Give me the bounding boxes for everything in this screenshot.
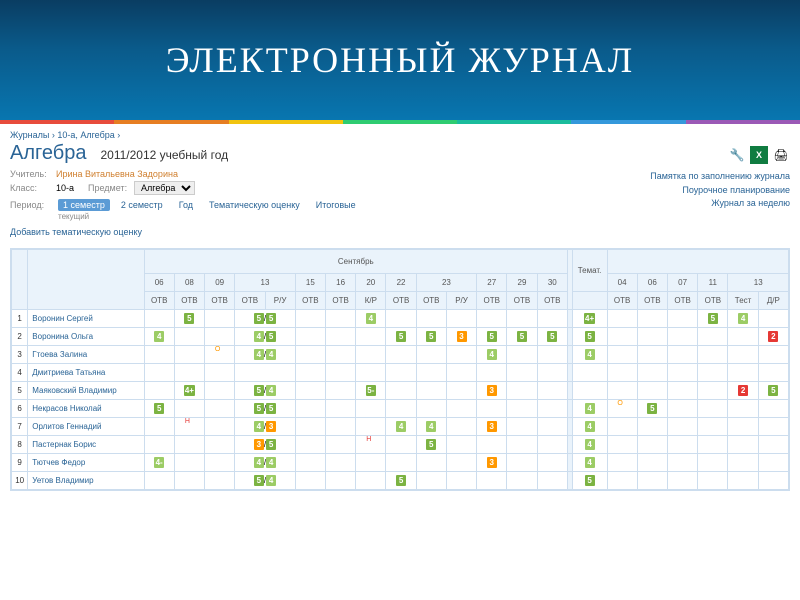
teacher-label: Учитель: [10, 169, 52, 179]
col-student [28, 250, 144, 310]
breadcrumb-journals[interactable]: Журналы [10, 130, 49, 140]
subject-label: Предмет: [88, 183, 130, 193]
banner-title: ЭЛЕКТРОННЫЙ ЖУРНАЛ [166, 39, 634, 81]
table-row: 1Воронин Сергей55/544+54 [12, 310, 789, 328]
page-title: Алгебра [10, 142, 86, 165]
export-icon[interactable]: 🔧 [728, 146, 746, 164]
period-label: Период: [10, 200, 52, 210]
student-name[interactable]: Воронина Ольга [28, 328, 144, 346]
excel-icon[interactable]: X [750, 146, 768, 164]
table-row: 9Тютчев Федор4-4/434 [12, 454, 789, 472]
table-row: 4Дмитриева Татьяна [12, 364, 789, 382]
toolbar-icons: 🔧 X 🖨 [728, 146, 790, 164]
student-name[interactable]: Тютчев Федор [28, 454, 144, 472]
student-name[interactable]: Гтоева Залина [28, 346, 144, 364]
tab-final[interactable]: Итоговые [311, 199, 361, 211]
tab-sem2[interactable]: 2 семестр [116, 199, 168, 211]
side-links: Памятка по заполнению журнала Поурочное … [650, 170, 790, 211]
table-row: 10Уетов Владимир5/455 [12, 472, 789, 490]
breadcrumb-class[interactable]: 10-а, Алгебра [57, 130, 114, 140]
breadcrumb: Журналы › 10-а, Алгебра › [10, 130, 790, 140]
col-number [12, 250, 28, 310]
student-name[interactable]: Маяковский Владимир [28, 382, 144, 400]
table-row: 3Гтоева ЗалинаО4/444 [12, 346, 789, 364]
period-current: текущий [58, 212, 790, 221]
student-name[interactable]: Пастернак Борис [28, 436, 144, 454]
table-row: 8Пастернак Борис3/5Н54 [12, 436, 789, 454]
student-name[interactable]: Орлитов Геннадий [28, 418, 144, 436]
col-themat: Темат. [572, 250, 607, 292]
link-planning[interactable]: Поурочное планирование [650, 184, 790, 198]
link-week[interactable]: Журнал за неделю [650, 197, 790, 211]
tab-year[interactable]: Год [174, 199, 198, 211]
add-thematic-link[interactable]: Добавить тематическую оценку [10, 227, 142, 237]
table-row: 2Воронина Ольга44/555355552 [12, 328, 789, 346]
print-icon[interactable]: 🖨 [772, 146, 790, 164]
table-row: 5Маяковский Владимир4+5/45-325 [12, 382, 789, 400]
subject-select[interactable]: Алгебра [134, 181, 195, 195]
student-name[interactable]: Воронин Сергей [28, 310, 144, 328]
student-name[interactable]: Уетов Владимир [28, 472, 144, 490]
academic-year: 2011/2012 учебный год [100, 148, 228, 162]
title-banner: ЭЛЕКТРОННЫЙ ЖУРНАЛ [0, 0, 800, 120]
link-memo[interactable]: Памятка по заполнению журнала [650, 170, 790, 184]
rainbow-divider [0, 120, 800, 124]
class-label: Класс: [10, 183, 52, 193]
gradebook-table: Сентябрь Темат. 06 08 09 13 15 16 20 22 … [10, 248, 790, 491]
student-name[interactable]: Некрасов Николай [28, 400, 144, 418]
month-header: Сентябрь [144, 250, 567, 274]
teacher-name: Ирина Витальевна Задорина [56, 169, 178, 179]
table-row: 6Некрасов Николай55/54О5 [12, 400, 789, 418]
table-row: 7Орлитов ГеннадийН4/34434 [12, 418, 789, 436]
tab-thematic[interactable]: Тематическую оценку [204, 199, 305, 211]
tab-sem1[interactable]: 1 семестр [58, 199, 110, 211]
class-value: 10-а [56, 183, 74, 193]
student-name[interactable]: Дмитриева Татьяна [28, 364, 144, 382]
